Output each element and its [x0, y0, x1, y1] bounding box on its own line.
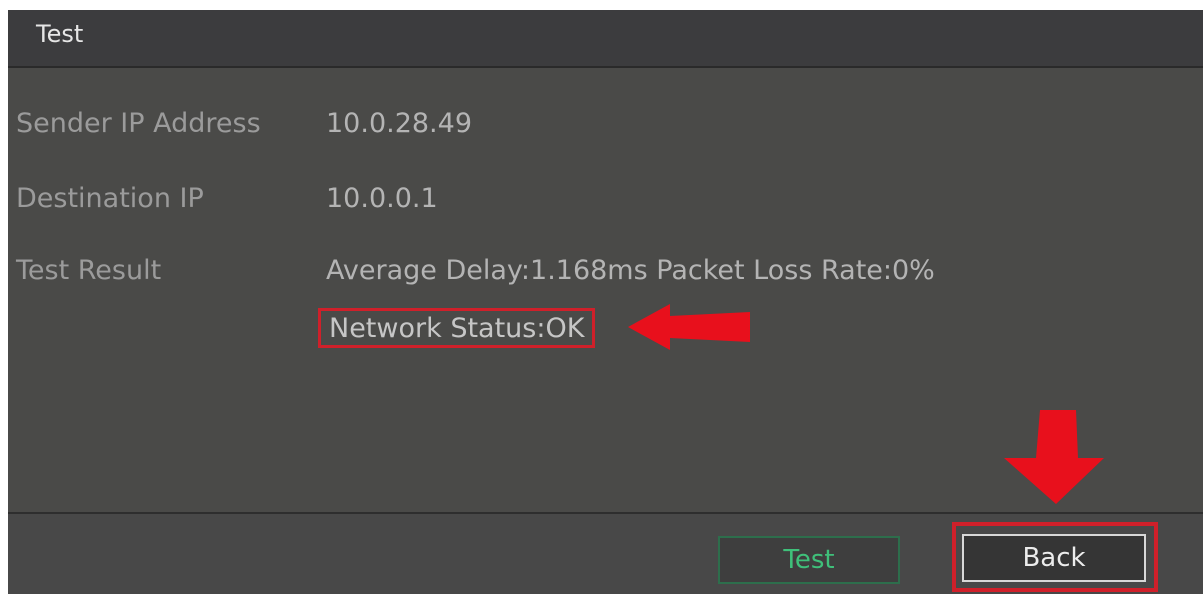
dialog-titlebar: Test: [8, 10, 1203, 68]
dialog-title: Test: [36, 20, 84, 48]
test-button[interactable]: Test: [718, 536, 900, 584]
dialog-footer: Test Back: [8, 512, 1203, 594]
network-status-text: Network Status:OK: [329, 312, 585, 344]
destination-ip-label: Destination IP: [16, 183, 204, 214]
left-arrow-icon: [628, 304, 750, 350]
destination-ip-value: 10.0.0.1: [326, 183, 438, 214]
network-status-highlight: Network Status:OK: [318, 308, 596, 348]
sender-ip-label: Sender IP Address: [16, 108, 261, 139]
test-result-label: Test Result: [16, 255, 162, 286]
test-result-value: Average Delay:1.168ms Packet Loss Rate:0…: [326, 255, 935, 286]
back-button[interactable]: Back: [962, 534, 1146, 582]
sender-ip-value: 10.0.28.49: [326, 108, 472, 139]
down-arrow-icon: [1004, 410, 1104, 504]
